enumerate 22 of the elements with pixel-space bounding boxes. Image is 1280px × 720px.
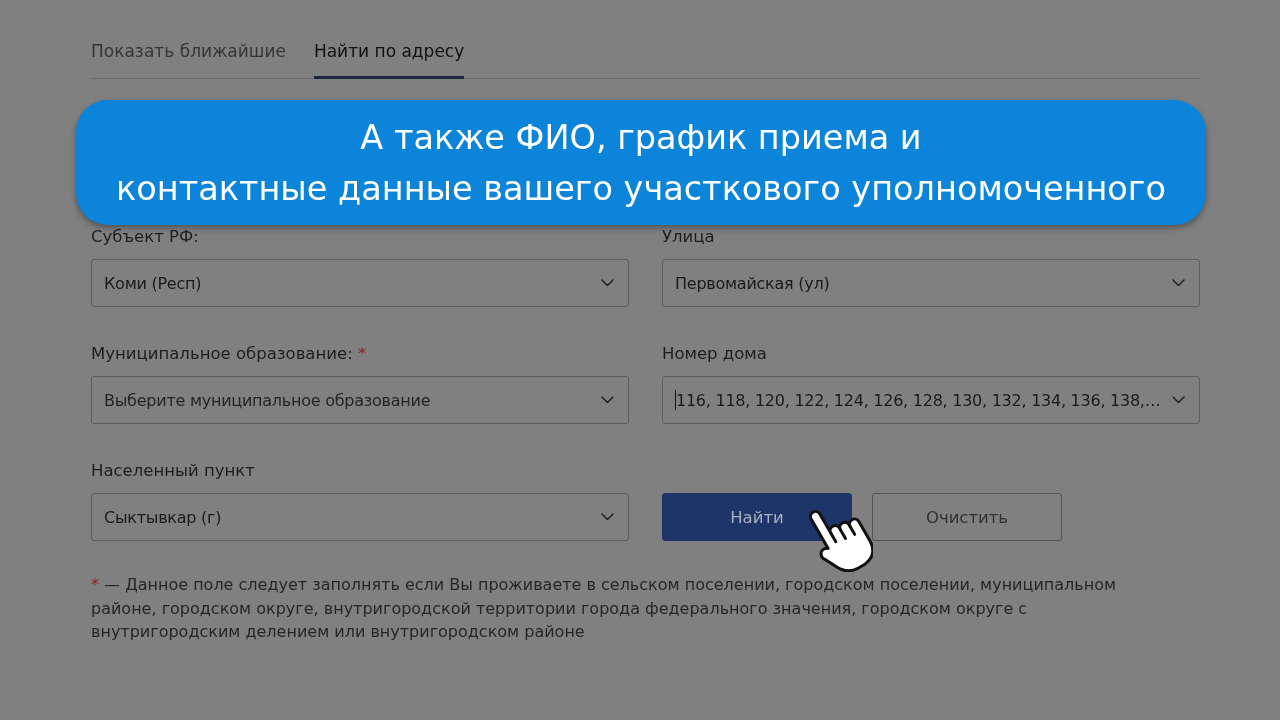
field-label: Населенный пункт <box>91 461 255 481</box>
field-label: Муниципальное образование: * <box>91 344 367 364</box>
chevron-down-icon <box>601 396 614 404</box>
tab[interactable]: Показать ближайшие <box>91 40 286 79</box>
chevron-down-icon <box>1172 279 1185 287</box>
select-field[interactable]: Выберите муниципальное образование <box>91 376 629 424</box>
select-field[interactable]: Коми (Респ) <box>91 259 629 307</box>
caption-text: А также ФИО, график приема и контактные данные вашего участкового уполномоченного <box>116 116 1166 210</box>
footnote-text: * — Данное поле следует заполнять если Вы проживаете в сельском поселении, городском поселении, муниципальном районе, городском округе, внутригородской территории города федерального значения, городском округе с внутригородским делением или внутригородском районе <box>91 574 1118 643</box>
find-button[interactable]: Найти <box>662 493 852 541</box>
select-field[interactable]: 116, 118, 120, 122, 124, 126, 128, 130, 132, 134, 136, 138,… <box>662 376 1200 424</box>
field-label: Субъект РФ: <box>91 227 199 247</box>
clear-button[interactable]: Очистить <box>872 493 1062 541</box>
chevron-down-icon <box>601 513 614 521</box>
chevron-down-icon <box>601 279 614 287</box>
field-label: Улица <box>662 227 715 247</box>
chevron-down-icon <box>1172 396 1185 404</box>
tab[interactable]: Найти по адресу <box>313 40 465 79</box>
hand-cursor-icon <box>807 508 873 572</box>
field-label: Номер дома <box>662 344 767 364</box>
select-field[interactable]: Первомайская (ул) <box>662 259 1200 307</box>
select-field[interactable]: Сыктывкар (г) <box>91 493 629 541</box>
